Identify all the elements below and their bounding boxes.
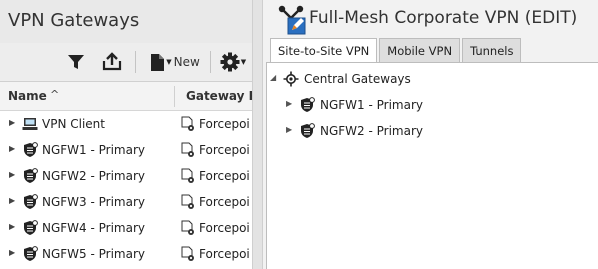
gateway-name: NGFW3 - Primary xyxy=(42,195,146,209)
firewall-gateway-icon xyxy=(301,97,315,112)
gateway-list: ▶ VPN Client Forcepoi ▶ NGFW1 - Primary xyxy=(0,111,252,267)
gateway-tree: ◢ Central Gateways ▶ NGFW1 - Primary ▶ N… xyxy=(266,62,598,269)
new-button[interactable]: ▼ New xyxy=(144,49,206,75)
firewall-gateway-icon xyxy=(24,168,38,183)
table-row[interactable]: ▶ NGFW3 - Primary Forcepoi xyxy=(0,189,252,215)
pane-splitter[interactable] xyxy=(252,0,263,269)
tree-node-central-gateways[interactable]: ◢ Central Gateways xyxy=(270,69,570,89)
table-row[interactable]: ▶ NGFW2 - Primary Forcepoi xyxy=(0,163,252,189)
editor-tabs: Site-to-Site VPN Mobile VPN Tunnels xyxy=(270,38,523,63)
column-header-name[interactable]: Name xyxy=(8,89,47,103)
expand-arrow-icon[interactable]: ▶ xyxy=(9,248,15,257)
gateway-profile: Forcepoi xyxy=(199,221,250,235)
gateway-name: NGFW2 - Primary xyxy=(42,169,146,183)
toolbar: ▼ New ▼ xyxy=(0,43,252,82)
toolbar-separator xyxy=(210,51,211,73)
gateway-profile-icon xyxy=(181,116,194,131)
gateway-profile-icon xyxy=(181,194,194,209)
tree-node-gateway[interactable]: ▶ NGFW1 - Primary xyxy=(286,95,566,115)
vpn-client-icon xyxy=(22,118,38,130)
chevron-down-icon: ▼ xyxy=(240,58,247,66)
vpn-edit-icon xyxy=(278,5,306,35)
settings-button[interactable]: ▼ xyxy=(215,49,251,75)
export-icon xyxy=(102,52,122,71)
gateway-name: NGFW1 - Primary xyxy=(42,143,146,157)
tree-node-label: Central Gateways xyxy=(304,72,411,86)
new-button-label: New xyxy=(173,55,200,69)
gateway-profile-icon xyxy=(181,246,194,261)
panel-title-bar: VPN Gateways xyxy=(0,0,252,43)
new-document-icon xyxy=(151,53,165,71)
expand-arrow-icon[interactable]: ▶ xyxy=(9,118,15,127)
tab-mobile-vpn[interactable]: Mobile VPN xyxy=(379,38,461,62)
gateway-profile: Forcepoi xyxy=(199,143,250,157)
filter-button[interactable] xyxy=(64,49,88,75)
expand-arrow-icon[interactable]: ▶ xyxy=(9,170,15,179)
tab-tunnels[interactable]: Tunnels xyxy=(462,38,522,62)
gateway-profile: Forcepoi xyxy=(199,195,250,209)
table-row[interactable]: ▶ VPN Client Forcepoi xyxy=(0,111,252,137)
table-row[interactable]: ▶ NGFW5 - Primary Forcepoi xyxy=(0,241,252,267)
gateway-profile: Forcepoi xyxy=(199,117,250,131)
column-header-gateway-profile[interactable]: Gateway Pr xyxy=(186,89,252,103)
table-row[interactable]: ▶ NGFW1 - Primary Forcepoi xyxy=(0,137,252,163)
gateway-name: VPN Client xyxy=(42,117,105,131)
expand-arrow-icon[interactable]: ▶ xyxy=(9,144,15,153)
firewall-gateway-icon xyxy=(24,142,38,157)
gateway-profile-icon xyxy=(181,142,194,157)
table-row[interactable]: ▶ NGFW4 - Primary Forcepoi xyxy=(0,215,252,241)
tree-node-gateway[interactable]: ▶ NGFW2 - Primary xyxy=(286,121,566,141)
column-resize-handle[interactable] xyxy=(174,86,175,107)
gateway-name: NGFW4 - Primary xyxy=(42,221,146,235)
gateway-profile-icon xyxy=(181,168,194,183)
expand-arrow-icon[interactable]: ▶ xyxy=(286,125,292,134)
expand-arrow-icon[interactable]: ▶ xyxy=(286,99,292,108)
gear-icon xyxy=(220,52,240,72)
collapse-arrow-icon[interactable]: ◢ xyxy=(270,73,276,82)
central-gateways-icon xyxy=(283,71,299,87)
editor-title: Full-Mesh Corporate VPN (EDIT) xyxy=(309,8,578,28)
gateway-profile: Forcepoi xyxy=(199,247,250,261)
toolbar-separator xyxy=(135,51,136,73)
tree-node-label: NGFW1 - Primary xyxy=(320,98,424,112)
gateway-profile: Forcepoi xyxy=(199,169,250,183)
firewall-gateway-icon xyxy=(24,194,38,209)
expand-arrow-icon[interactable]: ▶ xyxy=(9,196,15,205)
firewall-gateway-icon xyxy=(24,246,38,261)
firewall-gateway-icon xyxy=(301,123,315,138)
vpn-editor-panel: Full-Mesh Corporate VPN (EDIT) Site-to-S… xyxy=(263,0,598,269)
firewall-gateway-icon xyxy=(24,220,38,235)
expand-arrow-icon[interactable]: ▶ xyxy=(9,222,15,231)
chevron-down-icon: ▼ xyxy=(166,58,172,66)
tree-node-label: NGFW2 - Primary xyxy=(320,124,424,138)
tab-site-to-site-vpn[interactable]: Site-to-Site VPN xyxy=(270,38,378,63)
vpn-gateways-panel: VPN Gateways ▼ New ▼ Name ^ Gateway ▶ VP… xyxy=(0,0,252,269)
export-button[interactable] xyxy=(99,49,125,75)
gateway-name: NGFW5 - Primary xyxy=(42,247,146,261)
panel-title: VPN Gateways xyxy=(8,10,140,31)
sort-ascending-icon[interactable]: ^ xyxy=(50,88,59,101)
table-header: Name ^ Gateway Pr xyxy=(0,82,252,111)
filter-icon xyxy=(68,55,84,69)
gateway-profile-icon xyxy=(181,220,194,235)
